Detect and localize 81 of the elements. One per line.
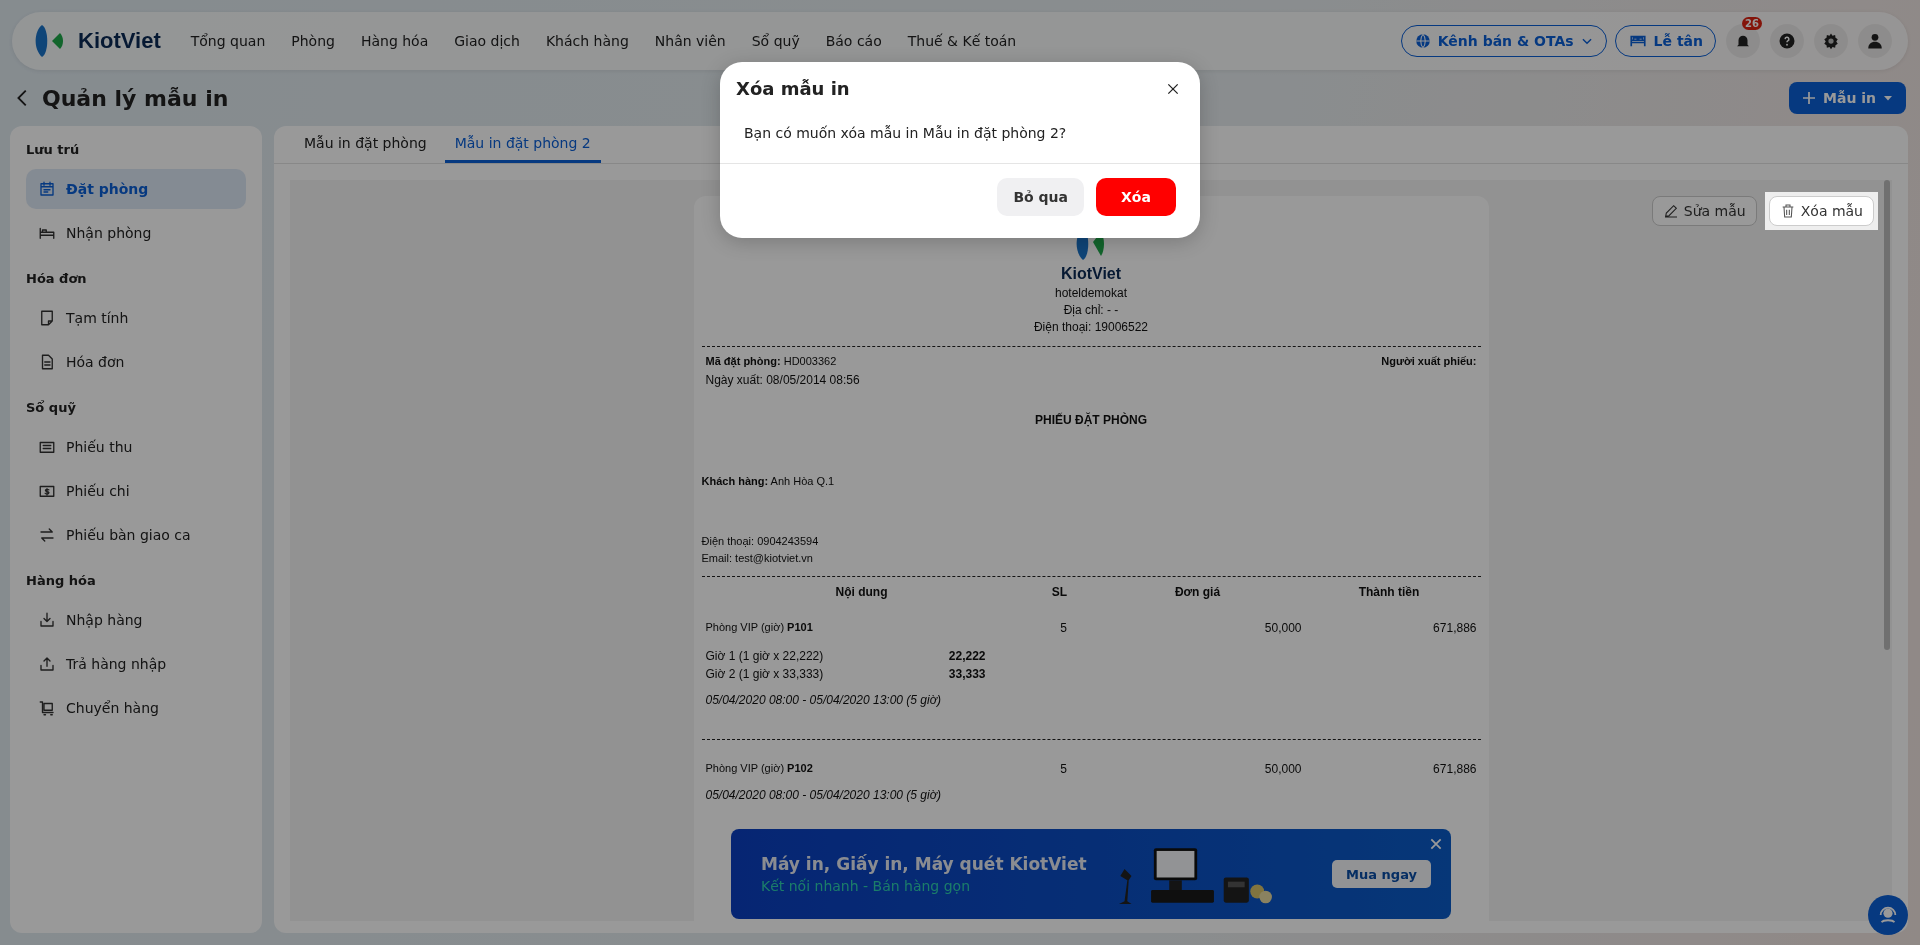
column-header: SL bbox=[1050, 585, 1069, 599]
scrollbar-thumb[interactable] bbox=[1884, 180, 1890, 650]
dialog-title: Xóa mẫu in bbox=[736, 78, 850, 99]
sidebar-item[interactable]: Trả hàng nhập bbox=[26, 644, 246, 684]
download-icon bbox=[38, 611, 56, 629]
sidebar-group-title: Lưu trú bbox=[26, 142, 81, 159]
sidebar-item[interactable]: Phiếu chi bbox=[26, 471, 246, 511]
nav-menu-item[interactable]: Phòng bbox=[291, 33, 335, 49]
shop-name: hoteldemokat bbox=[1054, 286, 1127, 300]
quantity: 5 bbox=[1059, 621, 1068, 635]
hour-amount: 22,222 bbox=[947, 649, 986, 663]
sidebar-group-title: Hàng hóa bbox=[26, 573, 97, 590]
headset-icon bbox=[1877, 904, 1899, 926]
buy-now-button[interactable]: Mua ngay bbox=[1332, 860, 1431, 888]
sidebar-item[interactable]: Đặt phòng bbox=[26, 169, 246, 209]
document-heading: PHIẾU ĐẶT PHÒNG bbox=[1034, 413, 1148, 427]
customer-email: Email: test@kiotviet.vn bbox=[701, 552, 814, 564]
globe-icon bbox=[1413, 32, 1432, 50]
sidebar-item[interactable]: Nhập hàng bbox=[26, 600, 246, 640]
sidebar-item[interactable]: Nhận phòng bbox=[26, 213, 246, 253]
brand-name[interactable]: KiotViet bbox=[78, 28, 161, 54]
shop-phone: Điện thoại: 19006522 bbox=[1033, 320, 1149, 334]
banner-title: Máy in, Giấy in, Máy quét KiotViet bbox=[761, 854, 1087, 874]
customer-phone: Điện thoại: 0904243594 bbox=[701, 535, 820, 547]
cancel-button[interactable]: Bỏ qua bbox=[997, 178, 1084, 216]
banner-subtitle: Kết nối nhanh - Bán hàng gọn bbox=[761, 878, 972, 894]
note-icon bbox=[38, 309, 56, 327]
sidebar-item[interactable]: Chuyển hàng bbox=[26, 688, 246, 728]
document-brand: KiotViet bbox=[1060, 265, 1122, 283]
settings-icon bbox=[1822, 32, 1840, 50]
unit-price: 50,000 bbox=[1263, 621, 1302, 635]
delete-template-button[interactable]: Xóa mẫu bbox=[1768, 196, 1874, 226]
quantity: 5 bbox=[1059, 762, 1068, 776]
help-icon bbox=[1778, 32, 1796, 50]
template-tab[interactable]: Mẫu in đặt phòng bbox=[294, 126, 437, 163]
hour-line: Giờ 2 (1 giờ x 33,333) bbox=[705, 667, 825, 681]
user-icon bbox=[1866, 32, 1884, 50]
nav-menu-item[interactable]: Khách hàng bbox=[545, 33, 629, 49]
sidebar-item[interactable]: Hóa đơn bbox=[26, 342, 246, 382]
calendar-icon bbox=[38, 180, 56, 198]
booking-code: Mã đặt phòng: HD003362 bbox=[705, 355, 837, 367]
nav-menu-item[interactable]: Giao dịch bbox=[454, 33, 520, 49]
export-date: Ngày xuất: 08/05/2014 08:56 bbox=[704, 372, 861, 387]
sidebar-group-title: Sổ quỹ bbox=[26, 400, 77, 417]
shop-address: Địa chỉ: - - bbox=[1063, 303, 1119, 317]
template-tab[interactable]: Mẫu in đặt phòng 2 bbox=[444, 126, 601, 163]
nav-menu-item[interactable]: Báo cáo bbox=[825, 33, 882, 49]
swap-icon bbox=[38, 526, 56, 544]
page-title: Quản lý mẫu in bbox=[42, 85, 229, 111]
sidebar-item[interactable]: Phiếu bàn giao ca bbox=[26, 515, 246, 555]
close-icon[interactable] bbox=[1166, 81, 1180, 96]
plus-icon bbox=[1801, 90, 1817, 106]
edit-template-button[interactable]: Sửa mẫu bbox=[1651, 196, 1757, 226]
room-name: Phòng VIP (giờ) P101 bbox=[705, 621, 814, 635]
nav-menu-item[interactable]: Sổ quỹ bbox=[751, 33, 800, 49]
upload-icon bbox=[38, 655, 56, 673]
add-template-button[interactable]: Mẫu in bbox=[1789, 82, 1906, 114]
hour-amount: 33,333 bbox=[947, 667, 986, 681]
issuer-label: Người xuất phiếu: bbox=[1381, 355, 1477, 367]
sidebar-group-title: Hóa đơn bbox=[26, 271, 88, 288]
unit-price: 50,000 bbox=[1263, 762, 1302, 776]
pencil-icon bbox=[1662, 203, 1679, 219]
sidebar-item[interactable]: Phiếu thu bbox=[26, 427, 246, 467]
line-total: 671,886 bbox=[1432, 621, 1477, 635]
customer-name: Khách hàng: Anh Hòa Q.1 bbox=[701, 475, 836, 487]
delete-button[interactable]: Xóa bbox=[1096, 178, 1176, 216]
column-header: Thành tiền bbox=[1357, 585, 1421, 599]
stay-period: 05/04/2020 08:00 - 05/04/2020 13:00 (5 giờ) bbox=[704, 787, 942, 804]
column-header: Đơn giá bbox=[1173, 585, 1222, 599]
stay-period: 05/04/2020 08:00 - 05/04/2020 13:00 (5 giờ) bbox=[704, 692, 942, 709]
line-total: 671,886 bbox=[1432, 762, 1477, 776]
nav-menu-item[interactable]: Hàng hóa bbox=[360, 33, 429, 49]
notification-count-badge: 26 bbox=[1742, 17, 1762, 30]
column-header: Nội dung bbox=[834, 585, 889, 599]
dialog-message: Bạn có muốn xóa mẫu in Mẫu in đặt phòng 2? bbox=[720, 99, 1200, 164]
nav-menu-item[interactable]: Tổng quan bbox=[190, 33, 266, 49]
nav-menu-item[interactable]: Nhân viên bbox=[654, 33, 726, 49]
nav-menu-item[interactable]: Thuế & Kế toán bbox=[907, 33, 1017, 49]
hour-line: Giờ 1 (1 giờ x 22,222) bbox=[705, 649, 825, 663]
room-name: Phòng VIP (giờ) P102 bbox=[705, 762, 814, 776]
sidebar-item[interactable]: Tạm tính bbox=[26, 298, 246, 338]
